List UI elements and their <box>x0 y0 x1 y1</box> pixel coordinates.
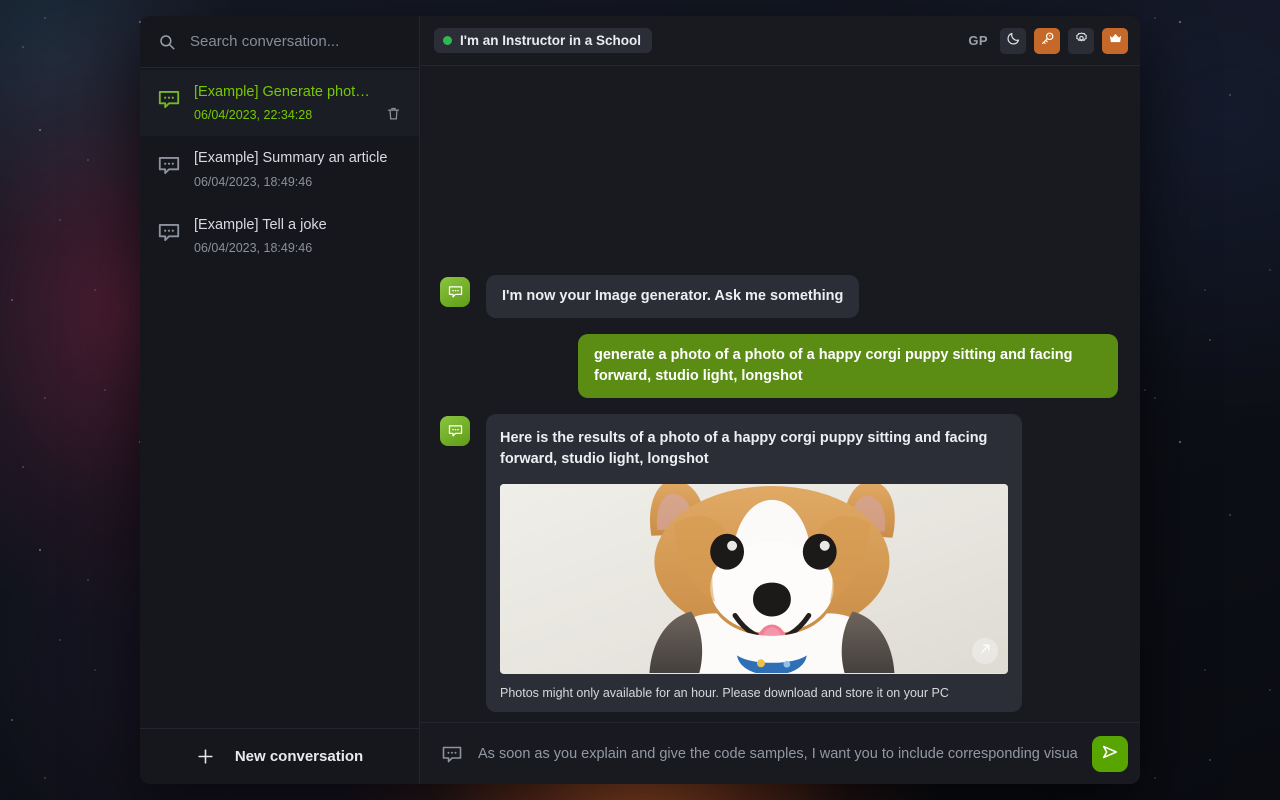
conversation-title: [Example] Tell a joke <box>194 216 327 233</box>
sidebar: [Example] Generate photo of... 06/04/202… <box>140 16 420 784</box>
search-row <box>140 16 419 68</box>
chat-bubble-icon <box>156 152 182 178</box>
message-list[interactable]: I'm now your Image generator. Ask me som… <box>420 66 1140 722</box>
conversation-date: 06/04/2023, 18:49:46 <box>194 174 313 189</box>
conversation-item-1[interactable]: [Example] Summary an article 06/04/2023,… <box>140 136 419 202</box>
image-card-title: Here is the results of a photo of a happ… <box>500 429 988 467</box>
chat-bubble-icon <box>156 219 182 245</box>
dark-mode-button[interactable] <box>1000 27 1026 54</box>
conversation-list[interactable]: [Example] Generate photo of... 06/04/202… <box>140 68 419 728</box>
settings-gear-icon <box>1074 31 1089 51</box>
expand-arrow-icon <box>979 642 992 660</box>
composer <box>420 722 1140 784</box>
conversation-item-2[interactable]: [Example] Tell a joke 06/04/2023, 18:49:… <box>140 203 419 269</box>
role-pill-label: I'm an Instructor in a School <box>460 33 641 48</box>
top-bar: I'm an Instructor in a School GP <box>420 16 1140 66</box>
message-bubble-bot: I'm now your Image generator. Ask me som… <box>486 274 860 318</box>
conversation-title: [Example] Generate photo of... <box>194 84 374 100</box>
assistant-avatar <box>440 276 470 307</box>
search-input[interactable] <box>190 33 401 50</box>
plus-icon <box>196 747 215 766</box>
key-icon <box>1040 31 1055 51</box>
generated-image-card: Here is the results of a photo of a happ… <box>486 413 1022 712</box>
conversation-text: [Example] Tell a joke 06/04/2023, 18:49:… <box>194 217 401 255</box>
message-row-user: generate a photo of a photo of a happy c… <box>440 333 1118 398</box>
delete-conversation-icon[interactable] <box>386 106 401 121</box>
chat-bubble-icon <box>156 86 182 112</box>
new-conversation-button[interactable]: New conversation <box>140 728 419 784</box>
message-row-image: Here is the results of a photo of a happ… <box>440 413 1118 712</box>
chat-bubble-icon <box>440 742 464 766</box>
role-pill[interactable]: I'm an Instructor in a School <box>434 28 652 53</box>
settings-button[interactable] <box>1068 27 1094 54</box>
upgrade-premium-button[interactable] <box>1102 27 1128 54</box>
corgi-photo <box>500 484 1008 674</box>
status-dot-icon <box>443 36 452 45</box>
crown-icon <box>1108 31 1123 51</box>
search-icon <box>158 33 176 51</box>
message-input[interactable] <box>478 745 1078 762</box>
gp-logo: GP <box>968 33 988 48</box>
toolbar: GP <box>964 27 1128 54</box>
conversation-date: 06/04/2023, 18:49:46 <box>194 241 313 256</box>
send-button[interactable] <box>1092 735 1128 772</box>
expand-image-button[interactable] <box>972 638 998 664</box>
moon-icon <box>1006 31 1021 51</box>
conversation-text: [Example] Generate photo of... 06/04/202… <box>194 84 374 122</box>
image-expiry-note: Photos might only available for an hour.… <box>500 686 949 700</box>
chat-app-window: [Example] Generate photo of... 06/04/202… <box>140 16 1140 784</box>
assistant-avatar <box>440 415 470 446</box>
message-row-bot: I'm now your Image generator. Ask me som… <box>440 274 1118 318</box>
conversation-title: [Example] Summary an article <box>194 150 388 167</box>
conversation-item-0[interactable]: [Example] Generate photo of... 06/04/202… <box>140 70 419 137</box>
main-panel: I'm an Instructor in a School GP I'm now… <box>420 16 1140 784</box>
new-conversation-label: New conversation <box>234 748 364 765</box>
generated-image[interactable] <box>500 484 1008 674</box>
message-bubble-user: generate a photo of a photo of a happy c… <box>578 333 1118 398</box>
conversation-text: [Example] Summary an article 06/04/2023,… <box>194 150 401 188</box>
send-icon <box>1100 742 1120 765</box>
conversation-date: 06/04/2023, 22:34:28 <box>194 108 313 123</box>
api-key-button[interactable] <box>1034 27 1060 54</box>
